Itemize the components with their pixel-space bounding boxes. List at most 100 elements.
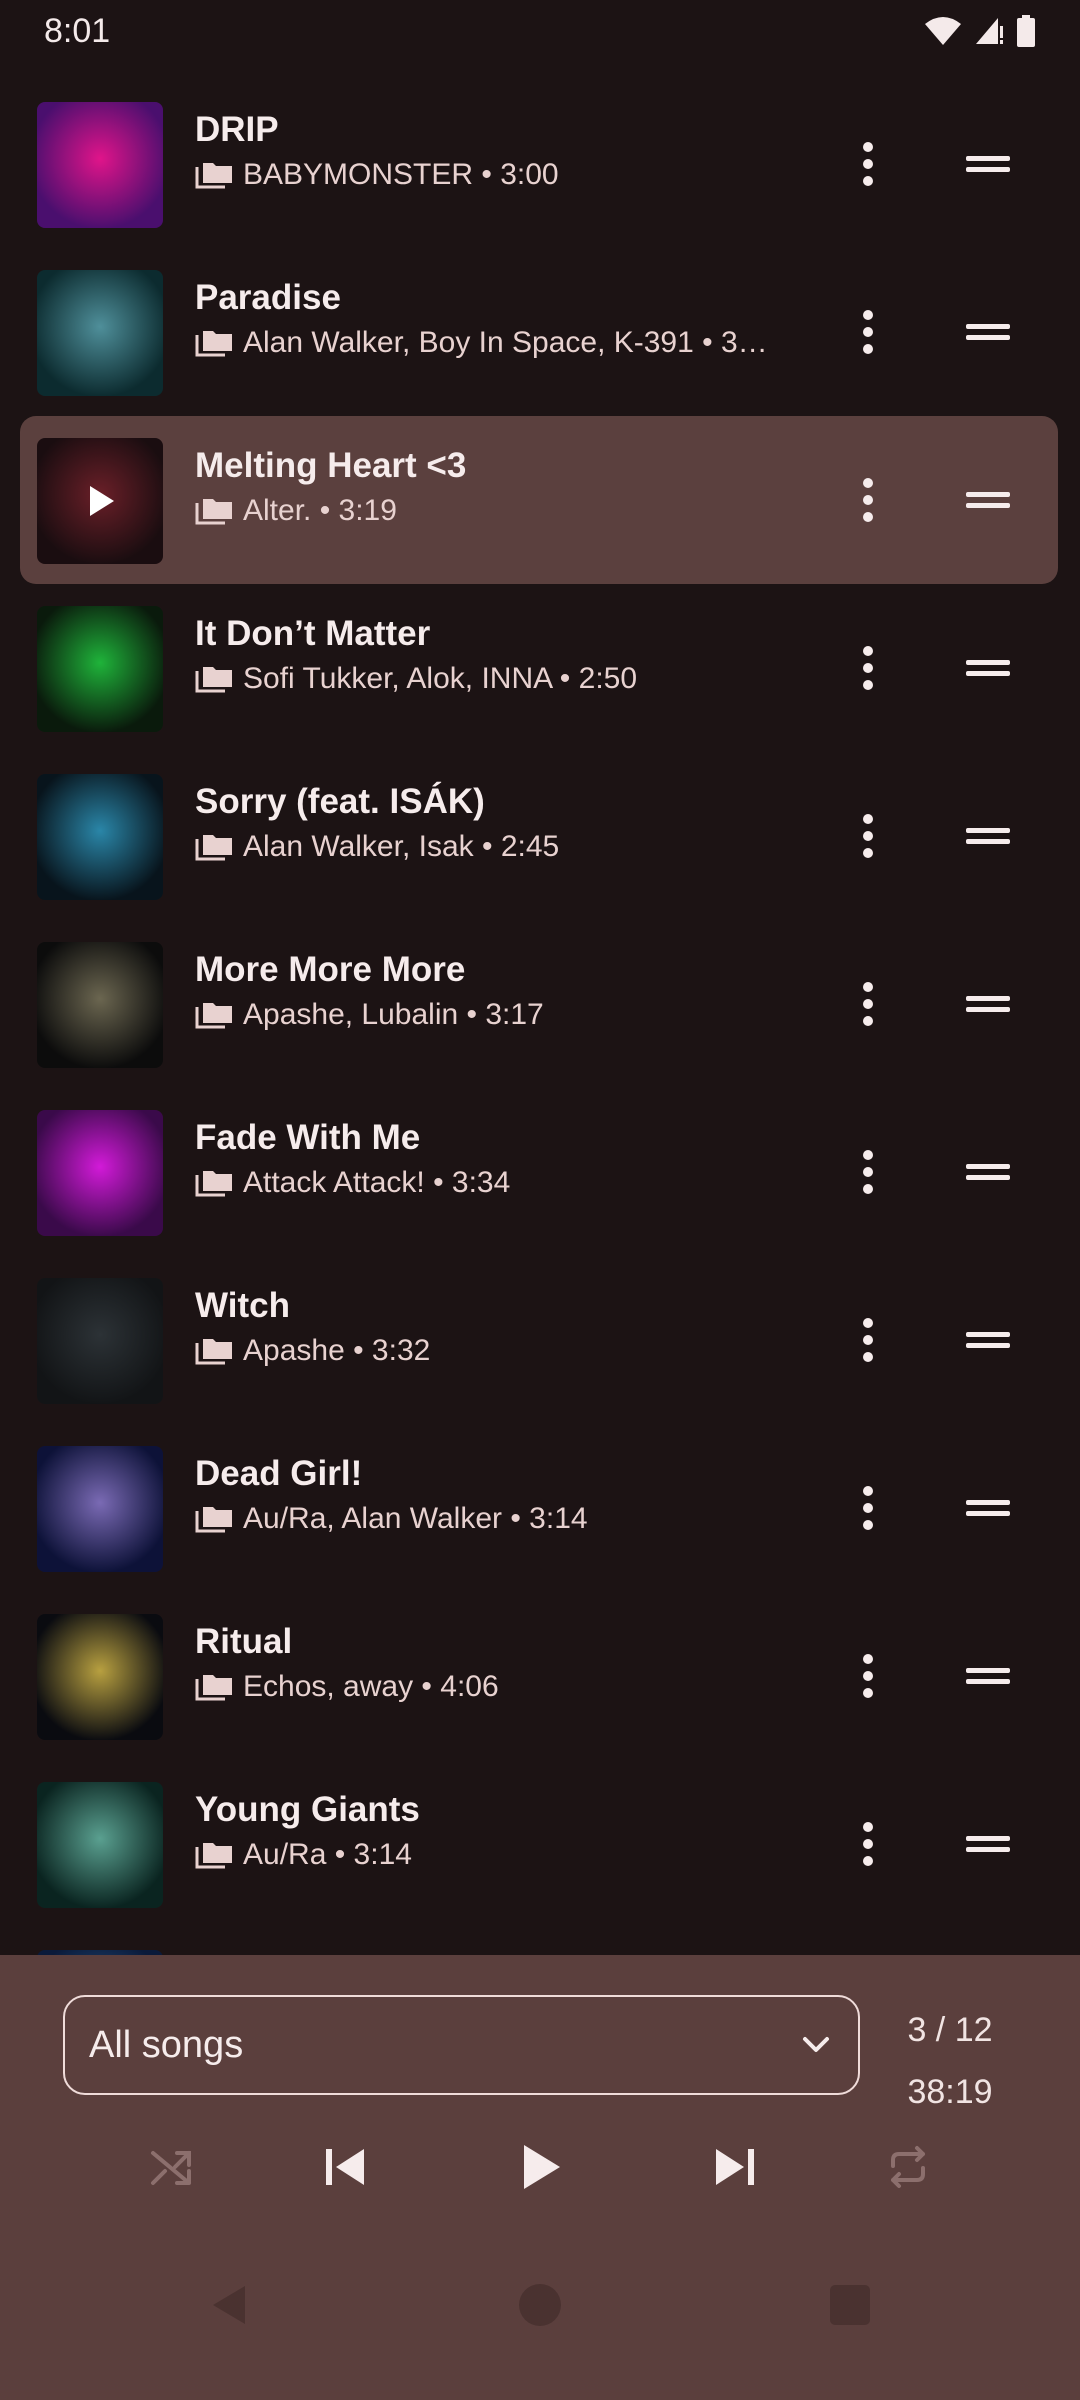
more-vert-icon xyxy=(863,1486,873,1530)
folder-icon xyxy=(195,1003,232,1029)
song-artist-duration: Apashe, Lubalin • 3:17 xyxy=(243,998,544,1031)
drag-handle[interactable] xyxy=(958,134,1018,194)
previous-button[interactable] xyxy=(305,2127,385,2207)
drag-handle-icon xyxy=(966,1332,1010,1348)
song-row[interactable] xyxy=(20,1928,1058,1955)
more-vert-icon xyxy=(863,646,873,690)
more-options-button[interactable] xyxy=(838,1142,898,1202)
more-options-button[interactable] xyxy=(838,134,898,194)
song-row[interactable]: Fade With Me Attack Attack! • 3:34 xyxy=(20,1088,1058,1256)
song-row[interactable]: DRIP BABYMONSTER • 3:00 xyxy=(20,80,1058,248)
album-art xyxy=(37,1446,163,1572)
folder-icon xyxy=(195,835,232,861)
album-art xyxy=(37,606,163,732)
song-row[interactable]: More More More Apashe, Lubalin • 3:17 xyxy=(20,920,1058,1088)
song-artist-duration: Sofi Tukker, Alok, INNA • 2:50 xyxy=(243,662,638,695)
more-vert-icon xyxy=(863,1150,873,1194)
song-artist-duration: Alan Walker, Boy In Space, K-391 • 3… xyxy=(243,326,768,359)
song-row[interactable]: Sorry (feat. ISÁK) Alan Walker, Isak • 2:… xyxy=(20,752,1058,920)
song-artist-duration: Au/Ra, Alan Walker • 3:14 xyxy=(243,1502,588,1535)
song-subtitle: Echos, away • 4:06 xyxy=(195,1670,820,1704)
song-subtitle: Au/Ra • 3:14 xyxy=(195,1838,820,1872)
song-list[interactable]: DRIP BABYMONSTER • 3:00 Paradise Alan Walke… xyxy=(0,60,1080,1955)
drag-handle-icon xyxy=(966,1836,1010,1852)
song-subtitle: Au/Ra, Alan Walker • 3:14 xyxy=(195,1502,820,1536)
playlist-label: All songs xyxy=(89,2023,244,2066)
more-options-button[interactable] xyxy=(838,1814,898,1874)
folder-icon xyxy=(195,499,232,525)
song-title: Melting Heart <3 xyxy=(195,446,467,485)
song-title: Fade With Me xyxy=(195,1118,421,1157)
shuffle-button[interactable] xyxy=(131,2127,211,2207)
recents-square-icon xyxy=(830,2285,870,2325)
nav-home-button[interactable] xyxy=(490,2255,590,2355)
drag-handle-icon xyxy=(966,660,1010,676)
back-triangle-icon xyxy=(213,2286,245,2324)
nav-back-button[interactable] xyxy=(180,2255,280,2355)
play-button[interactable] xyxy=(500,2127,580,2207)
more-options-button[interactable] xyxy=(838,638,898,698)
song-artist-duration: Alter. • 3:19 xyxy=(243,494,397,527)
playlist-selector[interactable]: All songs xyxy=(63,1995,860,2095)
more-options-button[interactable] xyxy=(838,1478,898,1538)
drag-handle[interactable] xyxy=(958,974,1018,1034)
drag-handle[interactable] xyxy=(958,1646,1018,1706)
more-vert-icon xyxy=(863,814,873,858)
more-options-button[interactable] xyxy=(838,302,898,362)
song-title: It Don’t Matter xyxy=(195,614,431,653)
more-vert-icon xyxy=(863,982,873,1026)
more-options-button[interactable] xyxy=(838,1646,898,1706)
folder-icon xyxy=(195,1507,232,1533)
song-subtitle: BABYMONSTER • 3:00 xyxy=(195,158,820,192)
skip-next-icon xyxy=(716,2149,754,2185)
album-art xyxy=(37,1110,163,1236)
song-row[interactable]: It Don’t Matter Sofi Tukker, Alok, INNA •… xyxy=(20,584,1058,752)
folder-icon xyxy=(195,1339,232,1365)
song-subtitle: Sofi Tukker, Alok, INNA • 2:50 xyxy=(195,662,820,696)
album-art xyxy=(37,1278,163,1404)
more-options-button[interactable] xyxy=(838,806,898,866)
drag-handle[interactable] xyxy=(958,1142,1018,1202)
drag-handle[interactable] xyxy=(958,1478,1018,1538)
more-vert-icon xyxy=(863,142,873,186)
song-title: Paradise xyxy=(195,278,341,317)
more-options-button[interactable] xyxy=(838,974,898,1034)
more-options-button[interactable] xyxy=(838,1310,898,1370)
drag-handle[interactable] xyxy=(958,302,1018,362)
drag-handle[interactable] xyxy=(958,470,1018,530)
drag-handle[interactable] xyxy=(958,638,1018,698)
song-row[interactable]: Ritual Echos, away • 4:06 xyxy=(20,1592,1058,1760)
status-bar: 8:01 xyxy=(0,0,1080,62)
drag-handle-icon xyxy=(966,492,1010,508)
song-title: More More More xyxy=(195,950,466,989)
song-row[interactable]: Melting Heart <3 Alter. • 3:19 xyxy=(20,416,1058,584)
song-subtitle: Apashe, Lubalin • 3:17 xyxy=(195,998,820,1032)
song-title: Sorry (feat. ISÁK) xyxy=(195,782,485,821)
drag-handle[interactable] xyxy=(958,806,1018,866)
song-title: Ritual xyxy=(195,1622,293,1661)
drag-handle[interactable] xyxy=(958,1814,1018,1874)
album-art xyxy=(37,438,163,564)
player-panel: All songs 3 / 12 38:19 xyxy=(0,1955,1080,2400)
more-vert-icon xyxy=(863,310,873,354)
song-row[interactable]: Dead Girl! Au/Ra, Alan Walker • 3:14 xyxy=(20,1424,1058,1592)
more-options-button[interactable] xyxy=(838,470,898,530)
next-button[interactable] xyxy=(695,2127,775,2207)
repeat-icon xyxy=(891,2146,925,2188)
drag-handle-icon xyxy=(966,1500,1010,1516)
skip-previous-icon xyxy=(326,2149,364,2185)
shuffle-icon xyxy=(151,2151,191,2185)
song-row[interactable]: Young Giants Au/Ra • 3:14 xyxy=(20,1760,1058,1928)
song-subtitle: Apashe • 3:32 xyxy=(195,1334,820,1368)
more-vert-icon xyxy=(863,1654,873,1698)
song-row[interactable]: Witch Apashe • 3:32 xyxy=(20,1256,1058,1424)
status-icons xyxy=(924,15,1036,47)
nav-recents-button[interactable] xyxy=(800,2255,900,2355)
drag-handle[interactable] xyxy=(958,1310,1018,1370)
home-circle-icon xyxy=(519,2284,561,2326)
more-vert-icon xyxy=(863,1318,873,1362)
repeat-button[interactable] xyxy=(868,2127,948,2207)
album-art xyxy=(37,942,163,1068)
folder-icon xyxy=(195,163,232,189)
song-row[interactable]: Paradise Alan Walker, Boy In Space, K-391… xyxy=(20,248,1058,416)
